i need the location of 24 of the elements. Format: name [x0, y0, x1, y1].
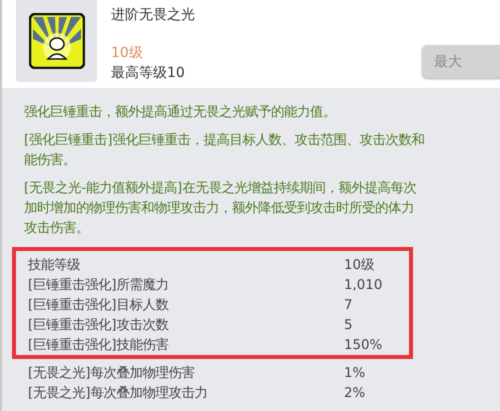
- glowing-figure-icon: [28, 13, 84, 69]
- skill-name: 进阶无畏之光: [111, 6, 195, 24]
- stat-value: 150%: [344, 338, 382, 352]
- stat-name: [巨锤重击强化]目标人数: [28, 296, 170, 314]
- description-text: 加时增加的物理伤害和物理攻击力，额外降低受到攻击时所受的体力: [24, 200, 415, 218]
- stat-value: 7: [344, 298, 353, 312]
- stat-value: 1,010: [344, 278, 382, 292]
- description-text: [强化巨锤重击]强化巨锤重击，提高目标人数、攻击范围、攻击次数和: [24, 132, 426, 150]
- description-text: 攻击伤害。: [24, 220, 90, 238]
- stat-name: [巨锤重击强化]攻击次数: [28, 316, 170, 334]
- stat-name: [无畏之光]每次叠加物理伤害: [28, 364, 196, 382]
- description-text: [无畏之光-能力值额外提高]在无畏之光增益持续期间，额外提高每次: [24, 180, 418, 198]
- stat-name: [无畏之光]每次叠加物理攻击力: [28, 384, 208, 402]
- stat-name: [巨锤重击强化]技能伤害: [28, 336, 170, 354]
- description-text: 能伤害。: [24, 152, 77, 170]
- stat-value: 10级: [344, 257, 374, 274]
- stat-value: 1%: [344, 366, 366, 380]
- skill-level: 10级: [111, 44, 144, 62]
- description-text: 强化巨锤重击，额外提高通过无畏之光赋予的能力值。: [24, 104, 337, 122]
- max-level-text: 最高等级10: [111, 64, 186, 82]
- stat-value: 5: [344, 318, 353, 332]
- stat-value: 2%: [344, 386, 366, 400]
- stat-name: [巨锤重击强化]所需魔力: [28, 276, 170, 294]
- stat-name: 技能等级: [28, 257, 81, 274]
